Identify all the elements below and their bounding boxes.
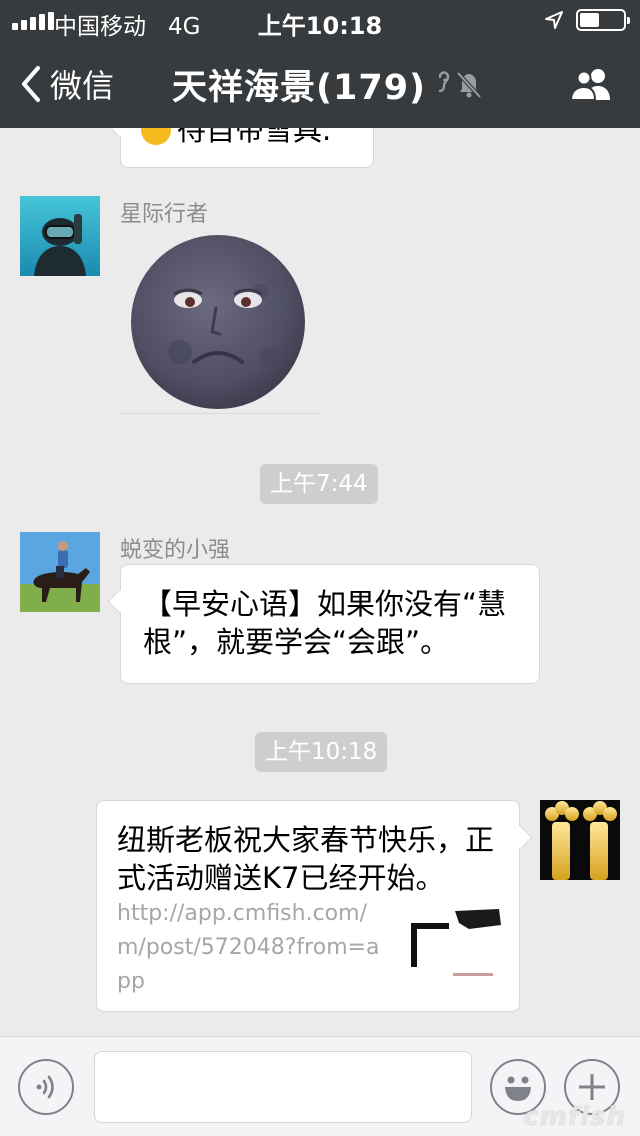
timestamp: 上午7:44 [260, 464, 378, 504]
message-input[interactable] [94, 1051, 472, 1123]
mute-bell-icon [438, 71, 482, 99]
back-button[interactable]: 微信 [18, 62, 114, 106]
sender-name: 星际行者 [120, 202, 209, 227]
sad-moon-sticker[interactable] [120, 232, 320, 414]
message-text: 待自带雪具. [141, 128, 331, 149]
chevron-left-icon [22, 66, 40, 102]
chat-title: 天祥海景(179) [172, 67, 427, 108]
battery-icon [576, 9, 630, 31]
diver-photo [20, 196, 100, 276]
message-text: 纽斯老板祝大家春节快乐，正式活动赠送K7已经开始。 [117, 823, 495, 895]
link-thumbnail[interactable] [409, 907, 501, 987]
top-bar: 中国移动 4G 上午10:18 微信 天祥海景(179) [0, 0, 640, 128]
plus-icon [579, 1074, 605, 1100]
chat-area[interactable]: 待自带雪具. 星际行者 上午7:44 蜕变的小强 【早安心语】如果你没有“慧根”… [0, 128, 640, 1036]
chat-title-group: 天祥海景(179) [172, 62, 484, 108]
voice-icon [36, 1075, 54, 1099]
avatar-self[interactable] [540, 800, 620, 880]
emoji-face-icon [141, 128, 171, 145]
rider-photo [20, 532, 100, 612]
message-bubble-self[interactable]: 纽斯老板祝大家春节快乐，正式活动赠送K7已经开始。 http://app.cmf… [96, 800, 520, 1012]
avatar-star-traveler[interactable] [20, 196, 100, 276]
navigation-bar: 微信 天祥海景(179) [0, 40, 640, 128]
message-bubble[interactable]: 待自带雪具. [120, 128, 374, 168]
message-bubble[interactable]: 【早安心语】如果你没有“慧根”，就要学会“会跟”。 [120, 564, 540, 684]
link-url[interactable]: http://app.cmfish.com/m/post/572048?from… [117, 897, 387, 999]
back-label: 微信 [50, 67, 115, 105]
gold-cat-paws-avatar [540, 800, 620, 880]
timestamp: 上午10:18 [255, 732, 388, 772]
message-text: 【早安心语】如果你没有“慧根”，就要学会“会跟”。 [143, 587, 507, 659]
status-bar: 中国移动 4G 上午10:18 [0, 0, 640, 40]
location-arrow-icon [545, 11, 563, 29]
group-members-icon[interactable] [568, 66, 616, 102]
emoji-icon [505, 1076, 531, 1101]
input-bar: cmfish [0, 1036, 640, 1136]
watermark: cmfish [523, 1102, 626, 1132]
avatar-transforming-xiaoqiang[interactable] [20, 532, 100, 612]
voice-button[interactable] [18, 1059, 74, 1115]
sender-name: 蜕变的小强 [120, 538, 231, 563]
